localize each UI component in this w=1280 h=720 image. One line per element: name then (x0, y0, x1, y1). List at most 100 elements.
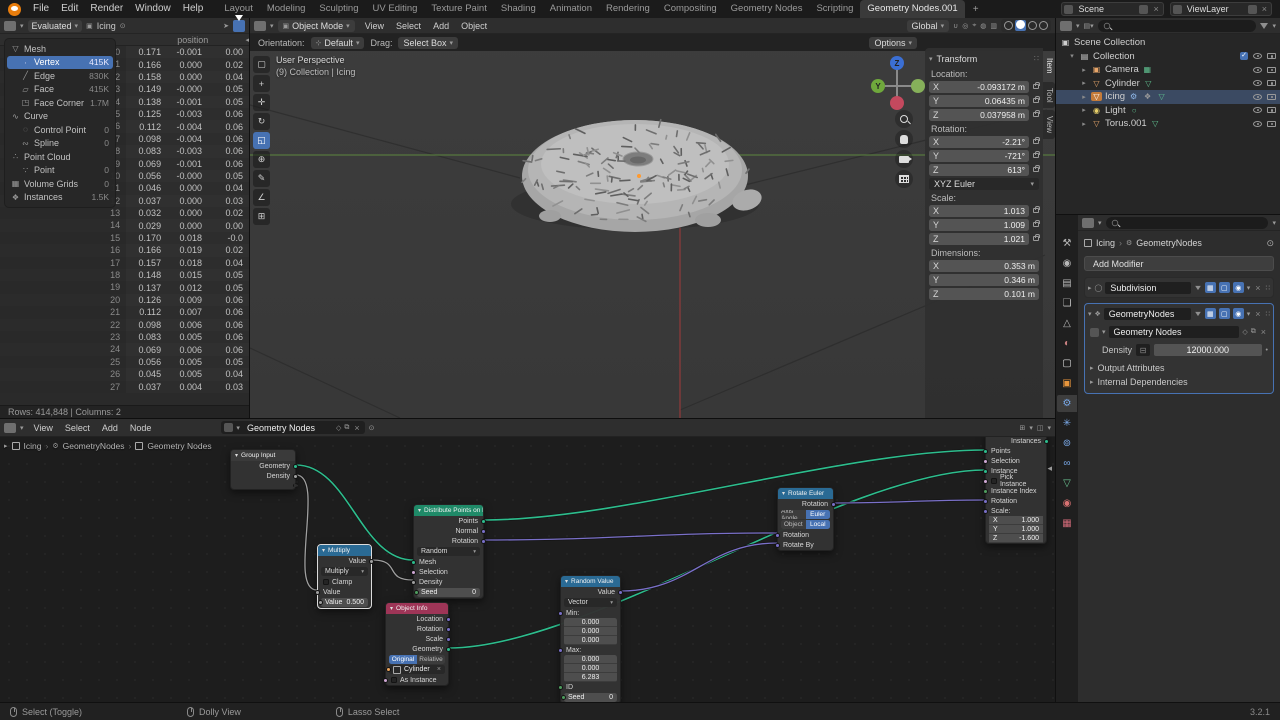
viewport-display-toggle[interactable]: ▢ (1219, 282, 1230, 293)
filter-toggle-button[interactable] (233, 20, 245, 32)
scale-x-field[interactable]: X1.000 (989, 516, 1043, 525)
node-group-selector[interactable]: ▾ Geometry Nodes ◇ ⧉ × (221, 421, 364, 434)
properties-tab-texture[interactable]: ▦ (1057, 515, 1077, 532)
output-socket[interactable] (293, 464, 298, 469)
properties-tab-collection[interactable]: ▢ (1057, 355, 1077, 372)
table-row[interactable]: 190.1370.0120.05 (0, 281, 249, 293)
realtime-toggle[interactable]: ▦ (1205, 282, 1216, 293)
edit-mode-toggle-icon[interactable] (1195, 285, 1201, 289)
scale-x-field[interactable]: X1.013 (929, 205, 1029, 217)
properties-tab-render[interactable]: ◉ (1057, 255, 1077, 272)
node-header[interactable]: ▾Group Input (231, 450, 295, 461)
node-menu-node[interactable]: Node (124, 419, 158, 437)
checkbox-icon[interactable] (323, 579, 329, 585)
node-object-info[interactable]: ▾Object InfoLocationRotationScaleGeometr… (385, 602, 449, 686)
snap-magnet-icon[interactable]: ∪ (953, 22, 958, 30)
input-socket[interactable] (558, 611, 563, 616)
location-x-field[interactable]: X-0.093172 m (929, 81, 1029, 93)
output-socket[interactable] (618, 590, 623, 595)
delete-modifier-icon[interactable]: × (1253, 283, 1262, 293)
input-socket[interactable] (983, 499, 988, 504)
rotate-tool[interactable]: ↻ (253, 113, 270, 130)
node-header[interactable]: ▾Rotate Euler (778, 488, 833, 499)
node-rotate-euler[interactable]: ▾Rotate EulerRotationAxis AngleEulerObje… (777, 487, 834, 551)
render-toggle[interactable]: ◉ (1233, 308, 1244, 319)
hide-eye-icon[interactable] (1253, 121, 1262, 127)
node-group-name[interactable]: Geometry Nodes (243, 423, 333, 433)
annotate-tool[interactable]: ✎ (253, 170, 270, 187)
input-socket[interactable] (983, 459, 988, 464)
output-socket[interactable] (446, 627, 451, 632)
node-random-value[interactable]: ▾Random ValueValueVector▾Min:0.0000.0000… (560, 575, 621, 702)
viewport-display-toggle[interactable]: ▢ (1219, 308, 1230, 319)
outliner-item-icing[interactable]: ▸▽Icing⚙❖▽ (1056, 90, 1280, 104)
node-dropdown-random[interactable]: Random▾ (417, 547, 480, 556)
viewport-3d[interactable]: ▾ ▣ Object Mode▾ ViewSelectAddObject Glo… (250, 18, 1055, 418)
breadcrumb-object[interactable]: Icing (24, 441, 42, 451)
mode-dropdown[interactable]: ▣ Object Mode▾ (278, 20, 355, 32)
properties-editor-type-icon[interactable] (1082, 218, 1094, 228)
table-row[interactable]: 260.0450.0050.04 (0, 368, 249, 380)
table-row[interactable]: 220.0980.0060.06 (0, 319, 249, 331)
node-field-seed[interactable]: Seed0 (417, 588, 480, 597)
dataset-dropdown[interactable]: Evaluated▾ (28, 20, 83, 32)
output-socket[interactable] (1044, 439, 1049, 444)
node-menu-view[interactable]: View (28, 419, 59, 437)
menu-file[interactable]: File (27, 0, 55, 18)
data-source-curve[interactable]: ∿Curve (7, 110, 113, 124)
add-cube-tool[interactable]: ⊞ (253, 208, 270, 225)
node-checkbox-clamp[interactable]: Clamp (318, 577, 371, 587)
properties-tab-output[interactable]: ▤ (1057, 275, 1077, 292)
node-checkbox-pick-instance[interactable]: Pick Instance (986, 476, 1046, 486)
properties-tab-material[interactable]: ◉ (1057, 495, 1077, 512)
viewport-menu-object[interactable]: Object (455, 18, 493, 35)
add-modifier-button[interactable]: Add Modifier (1084, 256, 1274, 271)
add-workspace-button[interactable]: + (967, 4, 985, 15)
render-toggle[interactable]: ◉ (1233, 282, 1244, 293)
density-value-field[interactable]: 12000.000 (1154, 344, 1262, 356)
node-header[interactable]: ▾Object Info (386, 603, 448, 614)
properties-tab-object[interactable]: ▣ (1057, 375, 1077, 392)
outliner-collection[interactable]: ▾▤Collection✓ (1056, 50, 1280, 64)
output-socket[interactable] (481, 529, 486, 534)
spreadsheet-editor-type-icon[interactable] (4, 21, 16, 31)
unlink-node-group-icon[interactable]: × (352, 423, 361, 433)
properties-tab-modifiers[interactable]: ⚙ (1057, 395, 1077, 412)
breadcrumb-modifier[interactable]: GeometryNodes (1136, 238, 1202, 248)
location-y-field[interactable]: Y0.06435 m (929, 95, 1029, 107)
disable-render-icon[interactable] (1267, 80, 1276, 86)
edit-mode-toggle-icon[interactable] (1195, 311, 1201, 315)
input-socket[interactable] (414, 590, 419, 595)
expand-icon[interactable]: ▸ (1080, 66, 1088, 74)
node-multiply[interactable]: ▾MultiplyValueMultiply▾ClampValueValue0.… (317, 544, 372, 609)
viewport-menu-view[interactable]: View (359, 18, 390, 35)
sidebar-tab-item[interactable]: Item (1043, 52, 1055, 80)
collapse-chevron-icon[interactable]: ▾ (322, 547, 325, 554)
dimensions-y-field[interactable]: Y0.346 m (929, 274, 1039, 286)
node-header[interactable]: ▾Distribute Points on Faces (414, 505, 483, 516)
rotation-mode-dropdown[interactable]: XYZ Euler▾ (929, 178, 1039, 190)
unlink-icon[interactable]: × (1259, 327, 1268, 337)
rotation-z-field[interactable]: Z613° (929, 164, 1029, 176)
collapse-columns-icon[interactable]: ◂ (245, 36, 249, 44)
dimensions-x-field[interactable]: X0.353 m (929, 260, 1039, 272)
data-source-point[interactable]: ∵Point0 (7, 164, 113, 178)
node-object-field[interactable]: Cylinder× (389, 665, 445, 674)
input-socket[interactable] (558, 685, 563, 690)
rotation-y-field[interactable]: Y-721° (929, 150, 1029, 162)
node-editor-chevron-icon[interactable]: ▾ (20, 424, 24, 432)
gizmo-minus-z-axis[interactable] (890, 96, 904, 110)
extras-chevron-icon[interactable]: ▾ (1247, 310, 1251, 318)
node-header[interactable]: ▾Random Value (561, 576, 620, 587)
properties-editor-chevron-icon[interactable]: ▾ (1098, 219, 1102, 227)
data-source-spline[interactable]: ∾Spline0 (7, 137, 113, 151)
output-socket[interactable] (446, 647, 451, 652)
drag-dropdown[interactable]: Select Box▾ (398, 37, 458, 49)
fake-user-shield-icon[interactable]: ◇ (1242, 328, 1247, 336)
new-view-layer-icon[interactable] (1248, 5, 1257, 14)
workspace-tab-geometry-nodes-001[interactable]: Geometry Nodes.001 (860, 0, 964, 18)
outliner-editor-type-icon[interactable] (1060, 21, 1072, 31)
node-sidebar-collapse-icon[interactable]: ◂ (1047, 463, 1052, 474)
lock-icon[interactable] (1033, 236, 1039, 241)
node-tree-icon[interactable] (1090, 328, 1099, 337)
